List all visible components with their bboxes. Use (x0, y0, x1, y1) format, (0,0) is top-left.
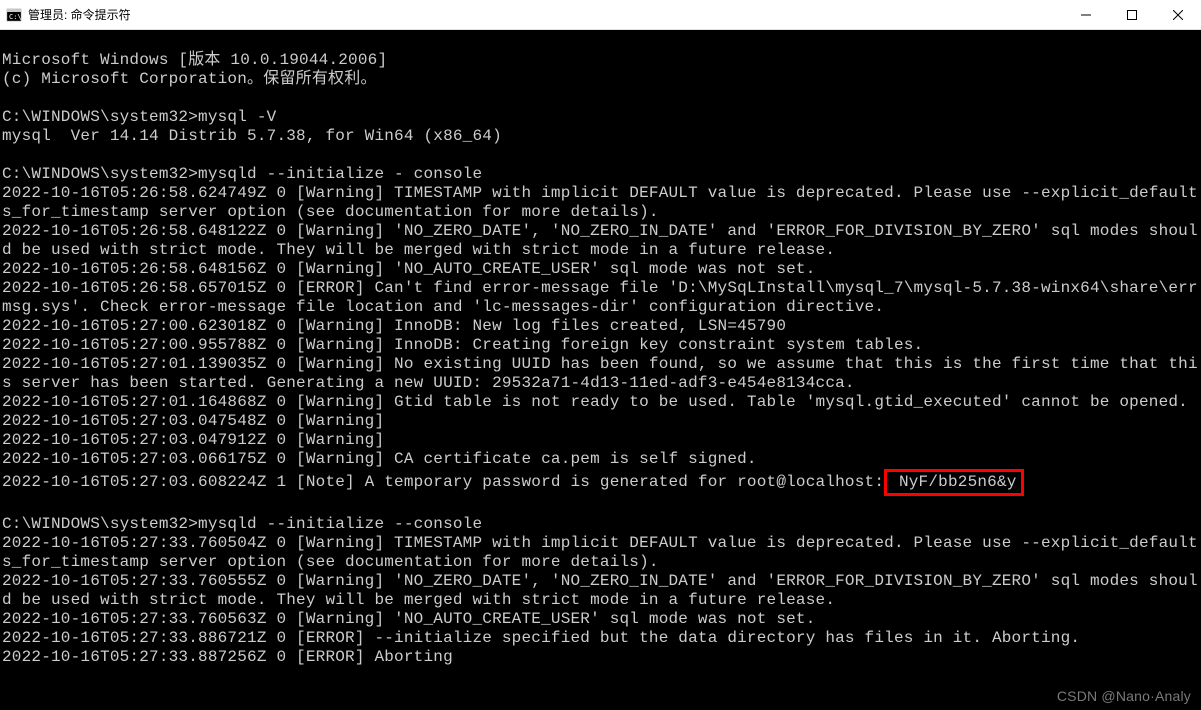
line: 2022-10-16T05:27:03.066175Z 0 [Warning] … (2, 450, 757, 468)
line: 2022-10-16T05:27:00.955788Z 0 [Warning] … (2, 336, 923, 354)
line: 2022-10-16T05:27:33.760504Z 0 [Warning] … (2, 534, 1198, 571)
cmd-input: mysqld --initialize - console (198, 165, 482, 183)
maximize-button[interactable] (1109, 0, 1155, 29)
window-titlebar: C:\ 管理员: 命令提示符 (0, 0, 1201, 30)
titlebar-left: C:\ 管理员: 命令提示符 (0, 6, 1063, 23)
line: 2022-10-16T05:27:33.887256Z 0 [ERROR] Ab… (2, 648, 453, 666)
line: Microsoft Windows [版本 10.0.19044.2006] (2, 51, 387, 69)
prompt: C:\WINDOWS\system32> (2, 108, 198, 126)
line: 2022-10-16T05:27:03.047548Z 0 [Warning] (2, 412, 384, 430)
generated-password-highlight: NyF/bb25n6&y (884, 469, 1023, 496)
line: mysql Ver 14.14 Distrib 5.7.38, for Win6… (2, 127, 502, 145)
line: 2022-10-16T05:27:33.760555Z 0 [Warning] … (2, 572, 1198, 609)
cmd-icon: C:\ (6, 7, 22, 23)
line: 2022-10-16T05:26:58.624749Z 0 [Warning] … (2, 184, 1198, 221)
line: 2022-10-16T05:26:58.657015Z 0 [ERROR] Ca… (2, 279, 1198, 316)
watermark: CSDN @Nano·Analy (1057, 687, 1191, 706)
prompt: C:\WINDOWS\system32> (2, 165, 198, 183)
prompt: C:\WINDOWS\system32> (2, 515, 198, 533)
svg-text:C:\: C:\ (9, 13, 22, 21)
console-content: Microsoft Windows [版本 10.0.19044.2006] (… (2, 51, 1201, 667)
line: 2022-10-16T05:26:58.648156Z 0 [Warning] … (2, 260, 816, 278)
line: 2022-10-16T05:27:03.608224Z 1 [Note] A t… (2, 473, 884, 491)
line: 2022-10-16T05:26:58.648122Z 0 [Warning] … (2, 222, 1198, 259)
line: 2022-10-16T05:27:03.047912Z 0 [Warning] (2, 431, 384, 449)
line: 2022-10-16T05:27:33.886721Z 0 [ERROR] --… (2, 629, 1080, 647)
line: 2022-10-16T05:27:00.623018Z 0 [Warning] … (2, 317, 786, 335)
line: (c) Microsoft Corporation。保留所有权利。 (2, 70, 377, 88)
cmd-input: mysqld --initialize --console (198, 515, 482, 533)
window-controls (1063, 0, 1201, 29)
window-title: 管理员: 命令提示符 (28, 6, 131, 23)
cmd-input: mysql -V (198, 108, 276, 126)
close-button[interactable] (1155, 0, 1201, 29)
minimize-button[interactable] (1063, 0, 1109, 29)
line: 2022-10-16T05:27:01.164868Z 0 [Warning] … (2, 393, 1188, 411)
console-area[interactable]: Microsoft Windows [版本 10.0.19044.2006] (… (0, 30, 1201, 710)
line: 2022-10-16T05:27:01.139035Z 0 [Warning] … (2, 355, 1198, 392)
line: 2022-10-16T05:27:33.760563Z 0 [Warning] … (2, 610, 816, 628)
